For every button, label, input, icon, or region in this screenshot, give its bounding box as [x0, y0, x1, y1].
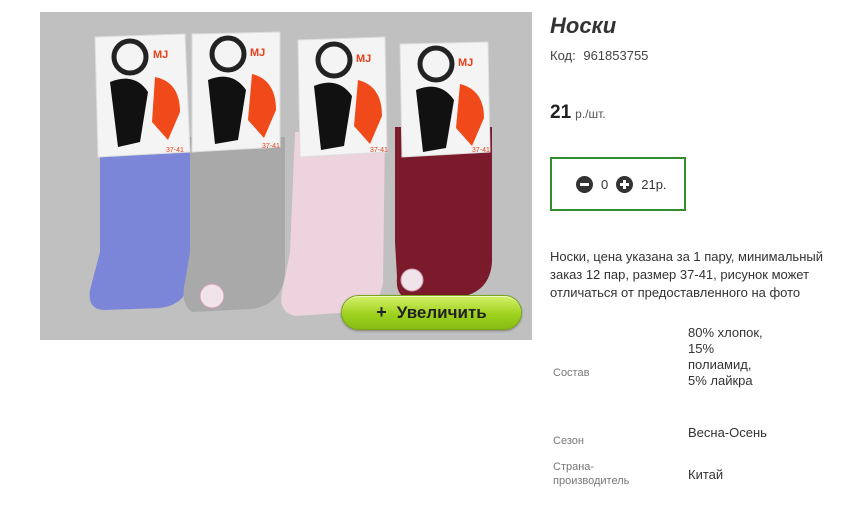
minus-icon[interactable] — [576, 176, 593, 193]
flower-sticker-icon — [400, 268, 424, 292]
spec-value-composition: 80% хлопок, 15% полиамид, 5% лайкра — [688, 325, 763, 388]
spec-value-country: Китай — [688, 467, 724, 482]
brand-label-1: MJ — [153, 49, 168, 61]
product-sku: Код: 961853755 — [550, 48, 648, 63]
quantity-stepper: 0 21р. — [550, 157, 686, 211]
size-label-4: 37-41 — [472, 147, 490, 154]
product-image[interactable]: MJ MJ MJ MJ 37-41 37-41 37-41 37-41 + Ув… — [40, 12, 532, 340]
sock-pink — [281, 132, 385, 316]
spec-value-season: Весна-Осень — [688, 425, 767, 440]
size-label-3: 37-41 — [370, 147, 388, 154]
product-title: Носки — [550, 13, 617, 38]
sock-gray — [183, 137, 285, 312]
socks-photo: MJ MJ MJ MJ 37-41 37-41 37-41 37-41 — [40, 12, 532, 340]
sku-label: Код: — [550, 48, 576, 63]
size-label-1: 37-41 — [166, 147, 184, 154]
brand-label-4: MJ — [458, 57, 473, 69]
plus-circle-icon[interactable] — [616, 176, 634, 193]
zoom-button[interactable]: + Увеличить — [341, 295, 522, 330]
package-2 — [191, 31, 281, 153]
plus-icon: + — [376, 302, 387, 322]
spec-label-composition: Состав — [553, 367, 590, 379]
spec-label-season: Сезон — [553, 435, 584, 447]
quantity-total: 21р. — [641, 177, 667, 192]
package-4 — [399, 41, 491, 158]
product-price: 21 р./шт. — [550, 102, 606, 124]
package-1 — [94, 33, 191, 158]
zoom-button-label: Увеличить — [396, 302, 487, 322]
sock-blue — [89, 142, 190, 310]
product-description: Носки, цена указана за 1 пару, минимальн… — [550, 249, 823, 300]
price-unit: р./шт. — [575, 107, 606, 121]
flower-sticker-icon — [199, 283, 225, 309]
quantity-value[interactable]: 0 — [601, 177, 608, 192]
sku-value: 961853755 — [583, 48, 649, 63]
spec-label-country: Страна-производитель — [553, 461, 630, 487]
size-label-2: 37-41 — [262, 143, 280, 150]
brand-label-3: MJ — [356, 53, 371, 65]
price-value: 21 — [550, 102, 572, 123]
brand-label-2: MJ — [250, 47, 265, 59]
package-3 — [297, 36, 388, 158]
